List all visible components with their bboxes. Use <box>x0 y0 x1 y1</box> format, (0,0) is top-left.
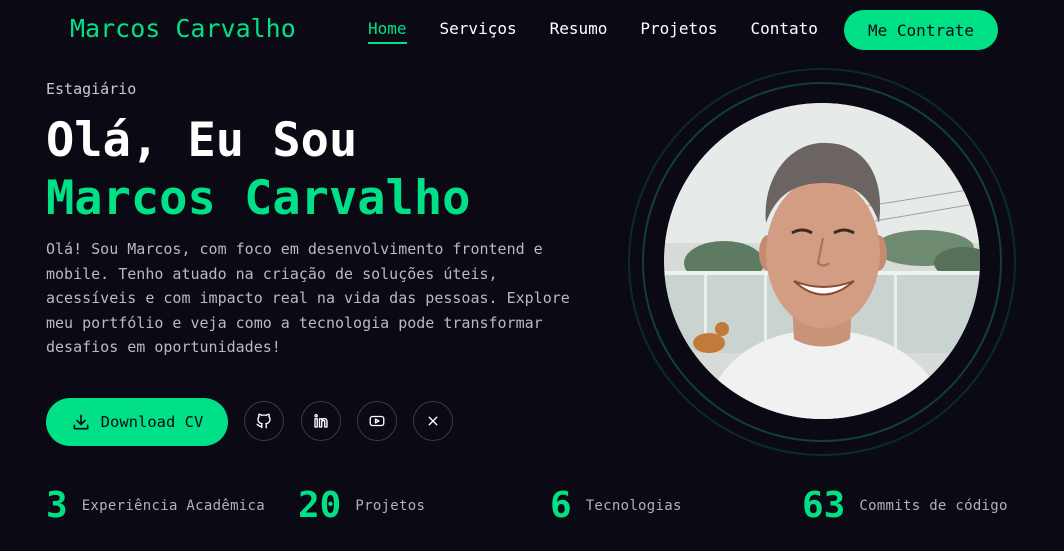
download-cv-button[interactable]: Download CV <box>46 398 228 446</box>
stat-value: 6 <box>550 485 572 526</box>
stat-experience: 3 Experiência Acadêmica <box>46 484 265 528</box>
github-link[interactable] <box>244 401 284 441</box>
nav-item-resumo[interactable]: Resumo <box>550 19 608 44</box>
stat-value: 20 <box>298 485 342 526</box>
nav-item-servicos[interactable]: Serviços <box>440 19 517 44</box>
youtube-link[interactable] <box>357 401 397 441</box>
profile-photo <box>664 103 980 419</box>
stat-technologies: 6 Tecnologias <box>550 484 682 528</box>
stat-label: Commits de código <box>859 498 1008 514</box>
stat-label: Projetos <box>355 498 426 514</box>
stat-commits: 63 Commits de código <box>802 484 1008 528</box>
stat-projects: 20 Projetos <box>298 484 425 528</box>
linkedin-link[interactable] <box>301 401 341 441</box>
stat-value: 3 <box>46 485 68 526</box>
github-icon <box>255 412 273 430</box>
download-cv-label: Download CV <box>100 413 204 431</box>
x-icon <box>424 412 442 430</box>
download-icon <box>71 412 91 432</box>
x-link[interactable] <box>413 401 453 441</box>
nav-item-projetos[interactable]: Projetos <box>640 19 717 44</box>
hero-greeting: Olá, Eu Sou <box>46 113 358 168</box>
main-nav: Home Serviços Resumo Projetos Contato <box>368 19 818 44</box>
hire-me-button[interactable]: Me Contrate <box>844 10 998 50</box>
stat-label: Tecnologias <box>585 498 682 514</box>
nav-item-home[interactable]: Home <box>368 19 407 44</box>
youtube-icon <box>368 412 386 430</box>
stat-label: Experiência Acadêmica <box>81 498 265 514</box>
linkedin-icon <box>312 412 330 430</box>
role-label: Estagiário <box>46 80 137 98</box>
nav-item-contato[interactable]: Contato <box>750 19 817 44</box>
hero-description: Olá! Sou Marcos, com foco em desenvolvim… <box>46 240 570 356</box>
hero-name: Marcos Carvalho <box>46 171 471 226</box>
stat-value: 63 <box>802 485 846 526</box>
site-logo[interactable]: Marcos Carvalho <box>70 14 296 43</box>
hero-title: Olá, Eu Sou Marcos Carvalho <box>46 112 470 228</box>
